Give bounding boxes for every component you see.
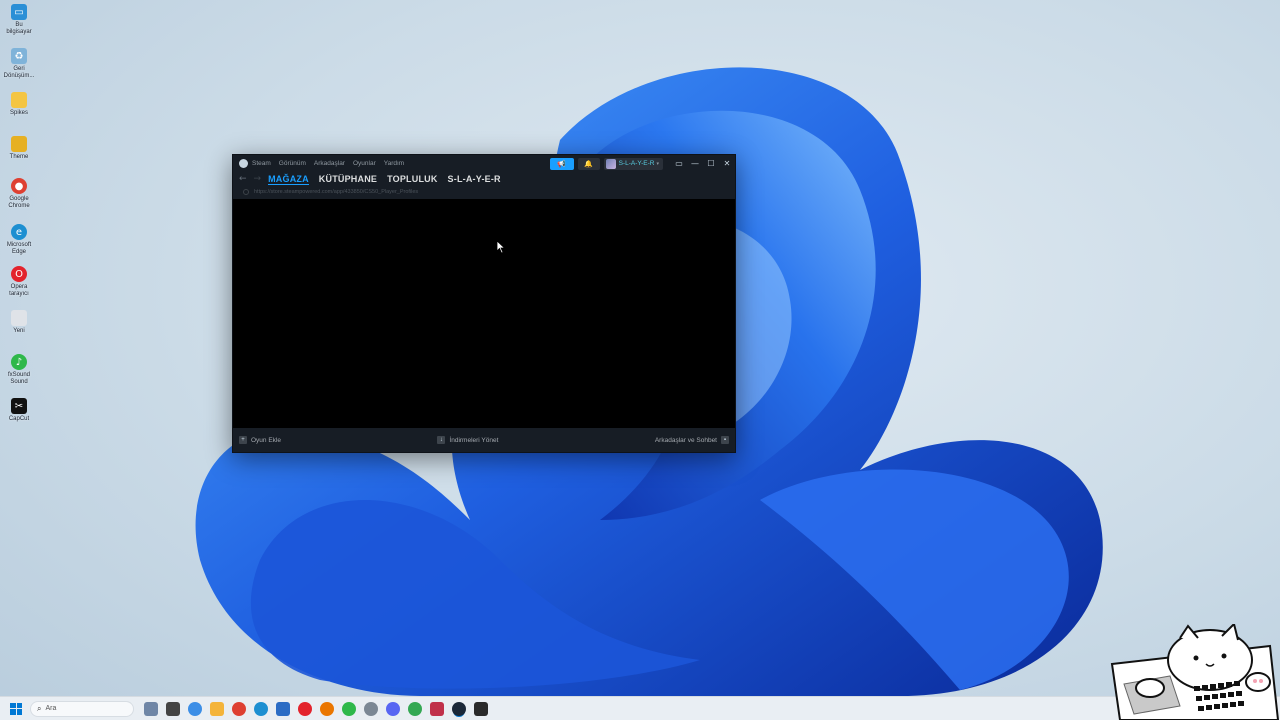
friends-chat-button[interactable]: Arkadaşlar ve Sohbet ▪ (655, 436, 729, 444)
nav-bar: ← → MAĞAZA KÜTÜPHANE TOPLULUK S-L-A-Y-E-… (233, 172, 735, 186)
taskbar-apps (140, 701, 492, 716)
steam-icon[interactable] (452, 701, 466, 716)
maximize-icon: ☐ (707, 159, 715, 168)
url-bar: https://store.steampowered.com/app/43385… (233, 186, 735, 198)
bottom-bar: + Oyun Ekle ↓ İndirmeleri Yönet Arkadaşl… (233, 428, 735, 452)
tab-community[interactable]: TOPLULUK (387, 174, 437, 184)
desktop-icon-folder[interactable]: Spikes (2, 92, 36, 117)
search-placeholder: Ara (45, 705, 57, 712)
desktop-icon-this-pc[interactable]: ▭ Bu bilgisayar (2, 4, 36, 36)
tab-store[interactable]: MAĞAZA (268, 174, 309, 185)
page-content[interactable] (233, 199, 735, 428)
download-icon: ↓ (437, 436, 446, 444)
edge-icon[interactable] (254, 701, 268, 716)
copilot-icon[interactable] (188, 701, 202, 716)
desktop-icon-fxsound[interactable]: ♪ fxSound Sound (2, 354, 36, 386)
notifications-button[interactable]: 🔔 (577, 157, 600, 170)
taskbar-search[interactable]: ⌕ Ara (30, 700, 134, 717)
theme-icon (11, 136, 27, 152)
opera-icon[interactable] (298, 701, 312, 716)
edge-icon: e (11, 224, 27, 240)
start-button[interactable] (10, 702, 22, 715)
downloads-label: İndirmeleri Yönet (449, 436, 499, 444)
loading-icon (243, 189, 249, 195)
downloads-button[interactable]: ↓ İndirmeleri Yönet (437, 436, 498, 444)
menu-games[interactable]: Oyunlar (353, 160, 376, 167)
menu-view[interactable]: Görünüm (279, 160, 306, 167)
chevron-down-icon: ▾ (656, 160, 659, 167)
desktop-icon-opera[interactable]: O Opera tarayıcı (2, 266, 36, 298)
widgets-icon[interactable] (144, 701, 158, 716)
desktop-icon-file[interactable]: Yeni (2, 310, 36, 335)
account-name: S-L-A-Y-E-R (618, 160, 655, 167)
chat-icon: ▪ (721, 436, 729, 444)
steam-logo-icon (239, 159, 248, 168)
big-picture-button[interactable]: ▭ (671, 155, 687, 172)
menu-steam[interactable]: Steam (252, 160, 271, 167)
mouse-cursor-icon (496, 240, 506, 254)
opera-icon: O (11, 266, 27, 282)
desktop-icon-recycle-bin[interactable]: ♻ Geri Dönüşüm... (2, 48, 36, 80)
task-view-icon[interactable] (166, 701, 180, 716)
discord-icon[interactable] (386, 701, 400, 716)
title-bar[interactable]: Steam Görünüm Arkadaşlar Oyunlar Yardım … (233, 155, 735, 172)
plus-icon: + (239, 436, 247, 444)
announcements-button[interactable]: 📢 (549, 157, 574, 170)
url-text[interactable]: https://store.steampowered.com/app/43385… (254, 189, 418, 195)
close-icon: ✕ (723, 159, 731, 168)
file-explorer-icon[interactable] (210, 701, 224, 716)
app-icon[interactable] (430, 701, 444, 716)
blender-icon[interactable] (320, 701, 334, 716)
razer-icon[interactable] (342, 701, 356, 716)
windows-logo-icon (10, 702, 16, 708)
desktop-icon-theme[interactable]: Theme (2, 136, 36, 161)
megaphone-icon: 📢 (557, 159, 566, 168)
back-arrow-icon[interactable]: ← (239, 174, 247, 184)
add-game-label: Oyun Ekle (251, 436, 281, 444)
settings-icon[interactable] (364, 701, 378, 716)
desktop-icon-edge[interactable]: e Microsoft Edge (2, 224, 36, 256)
tab-profile[interactable]: S-L-A-Y-E-R (448, 174, 501, 184)
file-icon (11, 310, 27, 326)
menu-help[interactable]: Yardım (384, 160, 404, 167)
epic-games-icon[interactable] (474, 701, 488, 716)
bongo-cat-overlay (1110, 624, 1280, 720)
chrome-icon: ● (11, 178, 27, 194)
chrome-alt-icon[interactable] (408, 701, 422, 716)
desktop-icon-capcut[interactable]: ✂ CapCut (2, 398, 36, 423)
monitor-icon: ▭ (675, 159, 683, 168)
account-menu[interactable]: S-L-A-Y-E-R ▾ (603, 157, 663, 170)
menu-friends[interactable]: Arkadaşlar (314, 160, 345, 167)
tab-library[interactable]: KÜTÜPHANE (319, 174, 377, 184)
taskbar: ⌕ Ara (0, 696, 1280, 720)
chrome-icon[interactable] (232, 701, 246, 716)
friends-chat-label: Arkadaşlar ve Sohbet (654, 436, 717, 444)
recycle-bin-icon: ♻ (11, 48, 27, 64)
monitor-icon: ▭ (11, 4, 27, 20)
forward-arrow-icon[interactable]: → (254, 174, 262, 184)
search-icon: ⌕ (37, 703, 42, 713)
folder-icon (11, 92, 27, 108)
steam-window[interactable]: Steam Görünüm Arkadaşlar Oyunlar Yardım … (232, 154, 736, 453)
maximize-button[interactable]: ☐ (703, 155, 719, 172)
minimize-icon: — (691, 159, 699, 168)
capcut-icon: ✂ (11, 398, 27, 414)
add-game-button[interactable]: + Oyun Ekle (239, 436, 281, 444)
fxsound-icon: ♪ (11, 354, 27, 370)
bell-icon: 🔔 (584, 159, 593, 168)
close-button[interactable]: ✕ (719, 155, 735, 172)
minimize-button[interactable]: — (687, 155, 703, 172)
avatar (605, 158, 616, 169)
store-icon[interactable] (276, 701, 290, 716)
desktop-icon-chrome[interactable]: ● Google Chrome (2, 178, 36, 210)
